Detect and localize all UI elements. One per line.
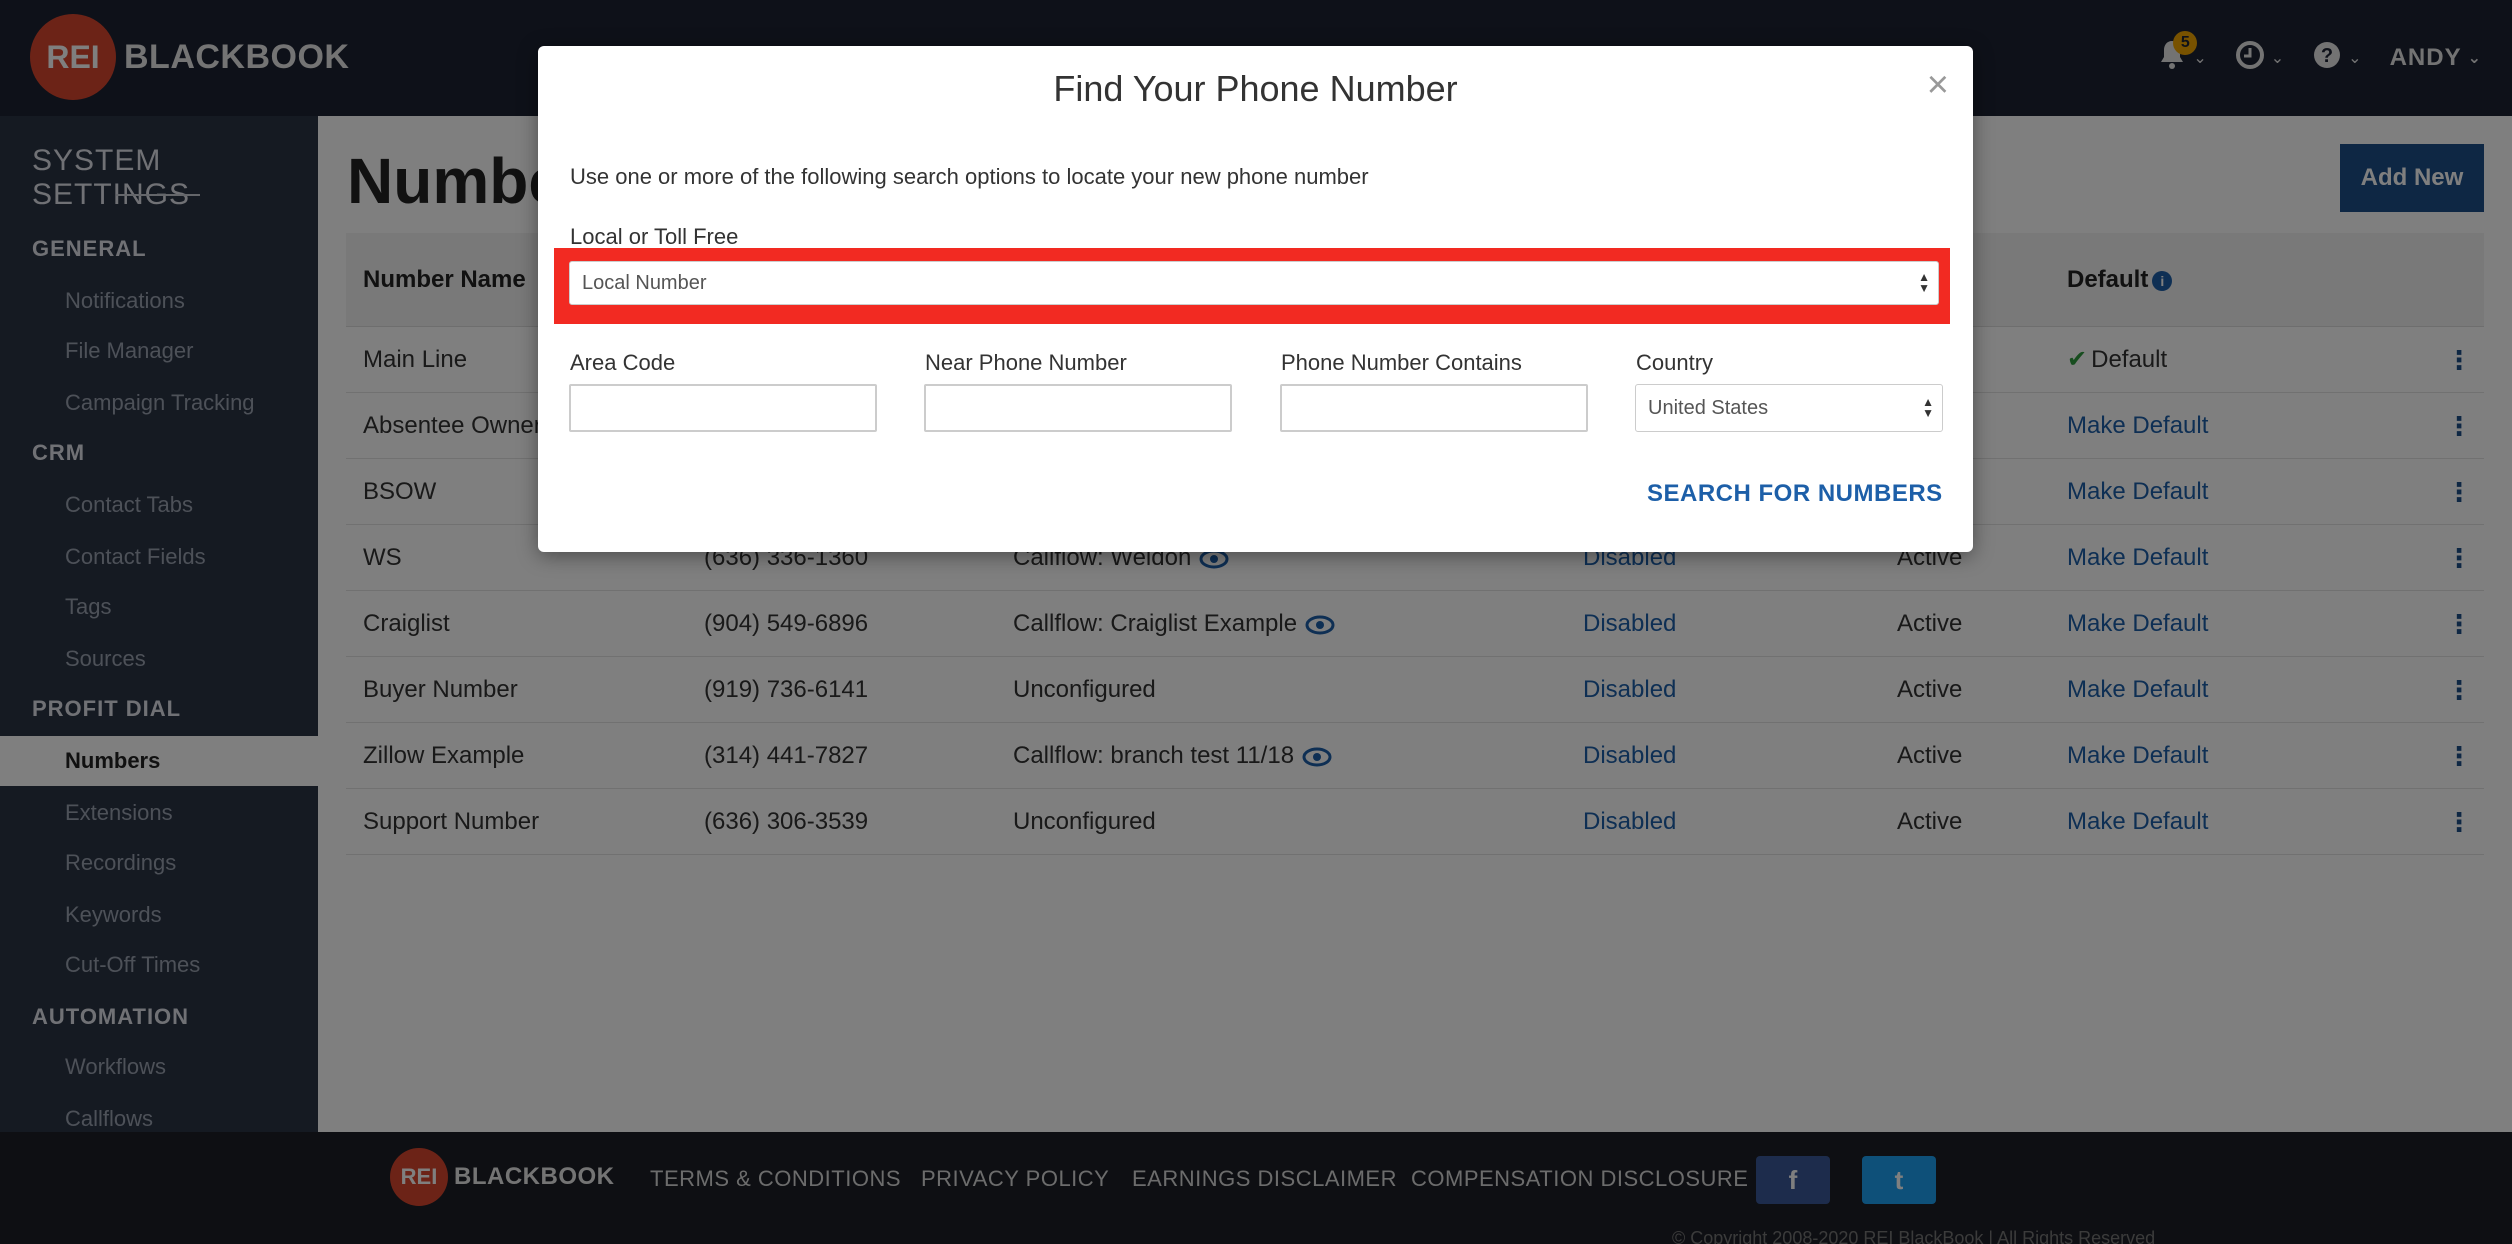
select-arrows-icon: ▲ ▼ — [1922, 395, 1934, 420]
find-phone-number-modal: Find Your Phone Number × Use one or more… — [538, 46, 1973, 552]
area-code-input[interactable] — [569, 384, 877, 432]
near-number-label: Near Phone Number — [925, 350, 1127, 375]
modal-description: Use one or more of the following search … — [570, 164, 1369, 189]
select-arrows-icon: ▲ ▼ — [1918, 270, 1930, 295]
contains-label: Phone Number Contains — [1281, 350, 1522, 375]
number-type-value: Local Number — [582, 271, 707, 294]
near-phone-number-input[interactable] — [924, 384, 1232, 432]
country-label: Country — [1636, 350, 1714, 375]
number-type-select[interactable]: Local Number ▲ ▼ — [569, 261, 1939, 305]
search-for-numbers-button[interactable]: SEARCH FOR NUMBERS — [1647, 480, 1943, 508]
phone-number-contains-input[interactable] — [1280, 384, 1588, 432]
type-label: Local or Toll Free — [570, 224, 739, 249]
close-icon[interactable]: × — [1927, 64, 1949, 107]
modal-title: Find Your Phone Number — [1053, 68, 1458, 109]
country-value: United States — [1648, 396, 1769, 419]
area-code-label: Area Code — [570, 350, 676, 375]
country-select[interactable]: United States ▲ ▼ — [1635, 384, 1943, 432]
